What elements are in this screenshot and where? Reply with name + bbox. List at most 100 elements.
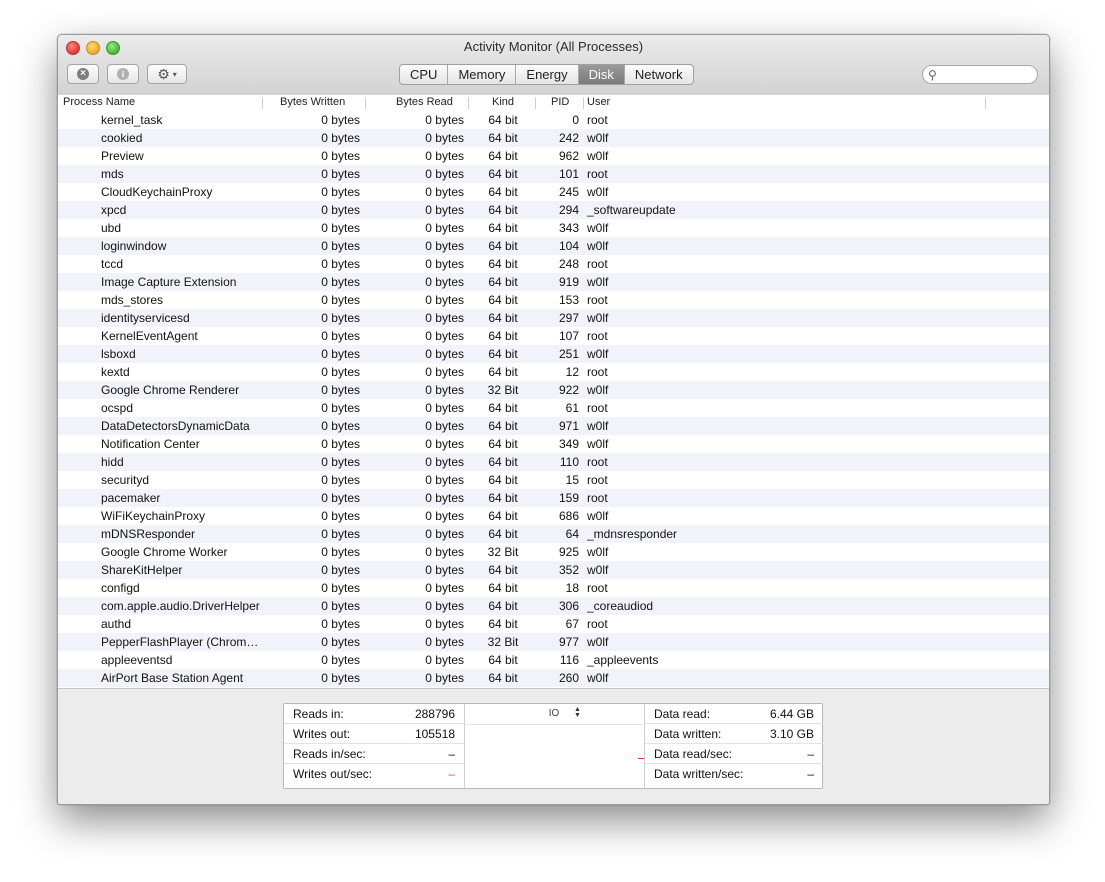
- io-graph-select[interactable]: IO ▲ ▼: [465, 704, 643, 725]
- table-row[interactable]: Google Chrome Renderer 0 bytes 0 bytes 32 B…: [58, 381, 1049, 399]
- kind-cell: 64 bit: [488, 653, 518, 667]
- column-divider[interactable]: [365, 97, 366, 109]
- user-cell: w0lf: [587, 383, 609, 397]
- table-row[interactable]: lsboxd 0 bytes 0 bytes 64 bit 251 w0lf: [58, 345, 1049, 363]
- inspect-process-button[interactable]: i: [107, 64, 139, 84]
- table-row[interactable]: xpcd 0 bytes 0 bytes 64 bit 294 _softwareupda…: [58, 201, 1049, 219]
- column-header-user[interactable]: User: [587, 95, 610, 111]
- kind-cell: 64 bit: [488, 113, 518, 127]
- table-row[interactable]: com.apple.audio.DriverHelper 0 bytes 0 byt…: [58, 597, 1049, 615]
- bytes-written-cell: 0 bytes: [321, 239, 360, 253]
- bytes-written-cell: 0 bytes: [321, 509, 360, 523]
- view-tabs: CPU Memory Energy Disk Network: [399, 64, 694, 85]
- kind-cell: 64 bit: [488, 491, 518, 505]
- user-cell: root: [587, 293, 608, 307]
- process-name-cell: Image Capture Extension: [101, 275, 237, 289]
- table-row[interactable]: mds 0 bytes 0 bytes 64 bit 101 root: [58, 165, 1049, 183]
- process-name-cell: xpcd: [101, 203, 127, 217]
- table-row[interactable]: Notification Center 0 bytes 0 bytes 64 bit 3…: [58, 435, 1049, 453]
- column-header-bytes-read[interactable]: Bytes Read: [396, 95, 453, 111]
- table-row[interactable]: appleeventsd 0 bytes 0 bytes 64 bit 116 _appl…: [58, 651, 1049, 669]
- table-row[interactable]: authd 0 bytes 0 bytes 64 bit 67 root: [58, 615, 1049, 633]
- bytes-written-cell: 0 bytes: [321, 383, 360, 397]
- kind-cell: 64 bit: [488, 203, 518, 217]
- process-name-cell: DataDetectorsDynamicData: [101, 419, 250, 433]
- table-row[interactable]: kernel_task 0 bytes 0 bytes 64 bit 0 root: [58, 111, 1049, 129]
- table-row[interactable]: mds_stores 0 bytes 0 bytes 64 bit 153 root: [58, 291, 1049, 309]
- column-divider[interactable]: [535, 97, 536, 109]
- column-divider[interactable]: [468, 97, 469, 109]
- tab-network[interactable]: Network: [625, 65, 693, 84]
- column-header-process-name[interactable]: Process Name: [63, 95, 135, 111]
- user-cell: root: [587, 617, 608, 631]
- process-name-cell: kernel_task: [101, 113, 163, 127]
- bytes-written-cell: 0 bytes: [321, 257, 360, 271]
- io-select-label: IO: [548, 708, 560, 719]
- pid-cell: 922: [558, 383, 579, 397]
- info-circle-icon: i: [117, 68, 129, 80]
- table-row[interactable]: mDNSResponder 0 bytes 0 bytes 64 bit 64 _mdns…: [58, 525, 1049, 543]
- table-row[interactable]: Google Chrome Worker 0 bytes 0 bytes 32 Bit…: [58, 543, 1049, 561]
- table-row[interactable]: pacemaker 0 bytes 0 bytes 64 bit 159 root: [58, 489, 1049, 507]
- bytes-written-cell: 0 bytes: [321, 671, 360, 685]
- user-cell: root: [587, 401, 608, 415]
- table-row[interactable]: tccd 0 bytes 0 bytes 64 bit 248 root: [58, 255, 1049, 273]
- table-row[interactable]: ocspd 0 bytes 0 bytes 64 bit 61 root: [58, 399, 1049, 417]
- table-row[interactable]: hidd 0 bytes 0 bytes 64 bit 110 root: [58, 453, 1049, 471]
- process-name-cell: CloudKeychainProxy: [101, 185, 213, 199]
- bytes-read-cell: 0 bytes: [425, 617, 464, 631]
- table-row[interactable]: ubd 0 bytes 0 bytes 64 bit 343 w0lf: [58, 219, 1049, 237]
- bytes-read-cell: 0 bytes: [425, 185, 464, 199]
- kind-cell: 64 bit: [488, 329, 518, 343]
- column-divider[interactable]: [985, 97, 986, 109]
- process-table[interactable]: kernel_task 0 bytes 0 bytes 64 bit 0 root cook…: [58, 111, 1049, 689]
- user-cell: w0lf: [587, 149, 609, 163]
- pid-cell: 245: [558, 185, 579, 199]
- table-row[interactable]: DataDetectorsDynamicData 0 bytes 0 bytes 64…: [58, 417, 1049, 435]
- table-row[interactable]: AirPort Base Station Agent 0 bytes 0 bytes…: [58, 669, 1049, 687]
- table-row[interactable]: Image Capture Extension 0 bytes 0 bytes 64 …: [58, 273, 1049, 291]
- action-menu-button[interactable]: ⚙ ▾: [147, 64, 187, 84]
- kind-cell: 64 bit: [488, 311, 518, 325]
- table-row[interactable]: cookied 0 bytes 0 bytes 64 bit 242 w0lf: [58, 129, 1049, 147]
- column-divider[interactable]: [583, 97, 584, 109]
- table-row[interactable]: Preview 0 bytes 0 bytes 64 bit 962 w0lf: [58, 147, 1049, 165]
- column-divider[interactable]: [262, 97, 263, 109]
- table-row[interactable]: WiFiKeychainProxy 0 bytes 0 bytes 64 bit 686…: [58, 507, 1049, 525]
- process-name-cell: Google Chrome Worker: [101, 545, 228, 559]
- table-row[interactable]: KernelEventAgent 0 bytes 0 bytes 64 bit 107 r…: [58, 327, 1049, 345]
- table-row[interactable]: identityservicesd 0 bytes 0 bytes 64 bit 297…: [58, 309, 1049, 327]
- pid-cell: 919: [558, 275, 579, 289]
- tab-disk[interactable]: Disk: [578, 65, 625, 84]
- bytes-read-cell: 0 bytes: [425, 401, 464, 415]
- column-header-kind[interactable]: Kind: [492, 95, 514, 111]
- kind-cell: 64 bit: [488, 455, 518, 469]
- quit-process-button[interactable]: ×: [67, 64, 99, 84]
- table-row[interactable]: loginwindow 0 bytes 0 bytes 64 bit 104 w0lf: [58, 237, 1049, 255]
- table-row[interactable]: securityd 0 bytes 0 bytes 64 bit 15 root: [58, 471, 1049, 489]
- column-header-pid[interactable]: PID: [551, 95, 569, 111]
- process-name-cell: KernelEventAgent: [101, 329, 198, 343]
- table-row[interactable]: PepperFlashPlayer (Chrome… 0 bytes 0 bytes…: [58, 633, 1049, 651]
- process-name-cell: tccd: [101, 257, 124, 271]
- user-cell: root: [587, 365, 608, 379]
- search-field[interactable]: ⚲: [922, 65, 1038, 84]
- user-cell: w0lf: [587, 275, 609, 289]
- table-row[interactable]: configd 0 bytes 0 bytes 64 bit 18 root: [58, 579, 1049, 597]
- pid-cell: 343: [558, 221, 579, 235]
- kind-cell: 32 Bit: [487, 635, 519, 649]
- bytes-read-cell: 0 bytes: [425, 455, 464, 469]
- bytes-read-cell: 0 bytes: [425, 329, 464, 343]
- table-row[interactable]: kextd 0 bytes 0 bytes 64 bit 12 root: [58, 363, 1049, 381]
- table-row[interactable]: CloudKeychainProxy 0 bytes 0 bytes 64 bit 24…: [58, 183, 1049, 201]
- tab-memory[interactable]: Memory: [448, 65, 517, 84]
- pid-cell: 297: [558, 311, 579, 325]
- column-header-bytes-written[interactable]: Bytes Written: [280, 95, 345, 111]
- pid-cell: 0: [572, 113, 579, 127]
- table-row[interactable]: ShareKitHelper 0 bytes 0 bytes 64 bit 352 w0l…: [58, 561, 1049, 579]
- stat-value: 3.10 GB: [769, 727, 814, 741]
- process-name-cell: com.apple.audio.DriverHelper: [101, 599, 260, 613]
- tab-cpu[interactable]: CPU: [400, 65, 449, 84]
- user-cell: w0lf: [587, 131, 609, 145]
- tab-energy[interactable]: Energy: [516, 65, 579, 84]
